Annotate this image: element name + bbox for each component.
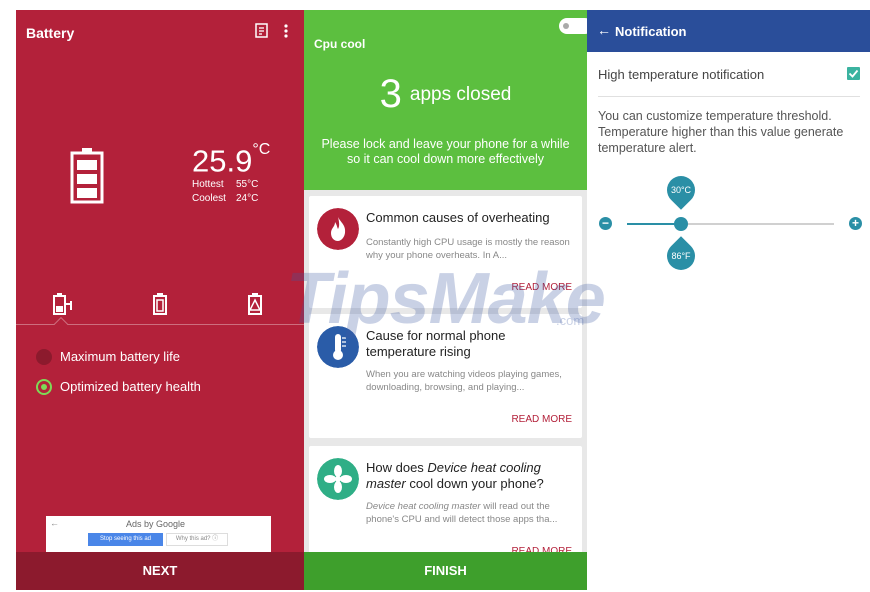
notification-title: Notification (615, 24, 687, 39)
card-how-cooling-works[interactable]: How does Device heat cooling master cool… (309, 446, 582, 566)
high-temp-notification-checkbox[interactable] (847, 67, 860, 80)
threshold-celsius-bubble: 30°C (661, 170, 701, 210)
threshold-fahrenheit-bubble: 86°F (661, 236, 701, 276)
back-arrow-icon[interactable]: ← (597, 22, 611, 38)
toggle-pill-icon[interactable] (559, 18, 587, 34)
threshold-fahrenheit: 86°F (671, 251, 691, 261)
battery-mode-icon[interactable] (148, 290, 172, 318)
increase-threshold-button[interactable]: + (849, 217, 862, 230)
threshold-slider-thumb[interactable] (674, 217, 688, 231)
threshold-celsius: 30°C (670, 185, 692, 195)
apps-closed-label: apps closed (409, 83, 512, 105)
fan-icon (317, 458, 359, 500)
charging-mode-icon[interactable] (51, 290, 75, 318)
more-options-icon[interactable] (282, 22, 290, 40)
stop-seeing-ad-button[interactable]: Stop seeing this ad (88, 533, 163, 546)
cpu-header: Cpu cool 3 apps closed Please lock and le… (304, 10, 587, 190)
notification-panel: ← Notification High temperature notifica… (587, 10, 870, 590)
coolest-row: Coolest 24°C (192, 192, 258, 205)
threshold-slider-fill (627, 223, 680, 225)
temperature-value: 25.9 (192, 143, 253, 179)
battery-title: Battery (26, 25, 75, 41)
current-temperature: 25.9°C (192, 138, 270, 179)
high-temp-notification-label: High temperature notification (598, 67, 765, 82)
cpu-title: Cpu cool (314, 37, 366, 51)
cpu-description: Please lock and leave your phone for a w… (321, 137, 570, 166)
card-text-emphasis: Device heat cooling master (366, 501, 481, 512)
battery-alert-icon[interactable] (244, 290, 268, 318)
option-label: Maximum battery life (60, 349, 180, 364)
card-text: Device heat cooling master will read out… (366, 500, 574, 526)
option-label: Optimized battery health (60, 379, 201, 394)
ads-by-label: Ads by Google (126, 519, 186, 529)
decrease-threshold-button[interactable]: − (599, 217, 612, 230)
checkmark-icon (848, 69, 859, 78)
hottest-label: Hottest (192, 179, 224, 190)
coolest-value: 24°C (236, 193, 259, 204)
radio-selected[interactable] (36, 379, 52, 395)
notification-header: ← Notification (587, 10, 870, 52)
card-title: How does Device heat cooling master cool… (366, 460, 574, 492)
apps-closed-count: 3 (379, 72, 402, 116)
hottest-row: Hottest 55°C (192, 178, 258, 191)
ad-back-icon[interactable]: ← (50, 518, 59, 528)
next-button[interactable]: NEXT (16, 552, 304, 590)
ad-banner: ← Ads by Google Stop seeing this ad Why … (46, 516, 271, 552)
battery-topbar: Battery (16, 10, 304, 54)
watermark-suffix: .com (556, 313, 585, 328)
temperature-unit: °C (252, 141, 271, 158)
read-more-link[interactable]: READ MORE (511, 414, 572, 425)
battery-panel: Battery 25.9°C Hottest 55°C Coolest 24°C (16, 10, 304, 590)
hottest-value: 55°C (236, 179, 259, 190)
radio-unselected[interactable] (36, 349, 52, 365)
flame-icon (317, 208, 359, 250)
divider (598, 96, 860, 97)
report-icon[interactable] (254, 22, 270, 40)
threshold-description: You can customize temperature threshold.… (598, 109, 844, 155)
battery-level-icon (70, 148, 104, 204)
card-title: Common causes of overheating (366, 210, 550, 225)
finish-button[interactable]: FINISH (304, 552, 587, 590)
card-text: When you are watching videos playing gam… (366, 369, 562, 393)
why-this-ad-button[interactable]: Why this ad? ⓘ (166, 533, 228, 546)
card-title-part: How does (366, 460, 428, 475)
card-title-part: cool down your phone? (405, 476, 544, 491)
apps-closed-summary: 3 apps closed (304, 72, 587, 117)
coolest-label: Coolest (192, 193, 226, 204)
